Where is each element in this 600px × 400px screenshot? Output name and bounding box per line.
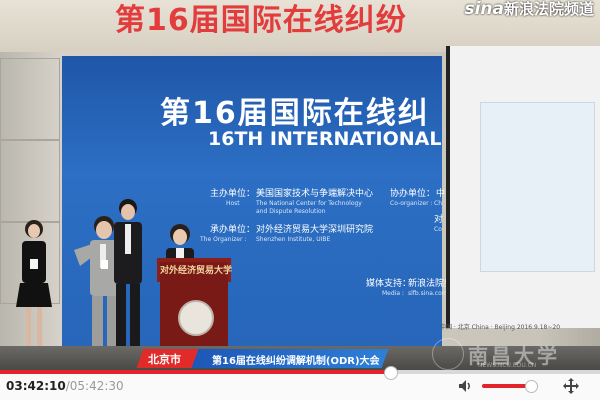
watermark-url: NEWS.NCU.EDU.CN [478,362,537,369]
fullscreen-icon[interactable] [562,377,580,395]
projected-slide [480,102,595,272]
organizer-en-label: The Organizer : [200,236,247,243]
progress-bar[interactable] [0,366,600,380]
progress-thumb[interactable] [384,366,398,380]
host-en-label: Host [226,200,240,207]
podium-logo-icon [178,300,214,336]
organizer-en: Shenzhen Institute, UIBE [256,236,331,243]
volume-slider[interactable] [482,380,538,393]
video-frame[interactable]: 第16届国际在线纠纷 sina新浪法院频道 第16届国际在线纠 16TH INT… [0,0,600,370]
location-date: 中国 · 北京 China · Beijing 2016.9.18~20 [440,324,561,331]
co-en: Ch [434,200,442,207]
host-label: 主办单位： [210,189,256,199]
lower-third: 北京市 第16届在线纠纷调解机制(ODR)大会 [136,349,400,368]
total-time: 05:42:30 [69,379,124,393]
person-man-dark-suit [114,199,142,348]
media-label: 媒体支持： [366,279,412,289]
banner-text: 第16届国际在线纠纷 [115,3,407,38]
volume-fill [482,384,530,388]
media-en: slfb.sina.com [408,290,448,297]
co-en-label: Co-organizer : [390,200,433,207]
university-seal-icon [432,338,464,370]
wall-panel [0,140,60,222]
progress-fill [0,370,390,374]
person-host-woman [16,220,52,351]
organizer-label: 承办单位： [210,225,256,235]
lower-third-location: 北京市 [148,353,181,366]
media-en-label: Media : [382,290,404,297]
volume-icon[interactable] [457,378,473,394]
current-time: 03:42:10 [6,379,66,393]
backdrop-subtitle: 16TH INTERNATIONAL FO [208,128,478,150]
host-en: The National Center for Technology and D… [256,200,362,215]
co-extra: 对 [434,215,444,225]
channel-name: 新浪法院频道 [503,0,594,18]
volume-thumb[interactable] [524,380,538,393]
wall-panel [0,58,60,140]
backdrop-title: 第16届国际在线纠 [160,96,430,131]
organizer-name: 对外经济贸易大学深圳研究院 [256,225,374,235]
co-name: 中 [436,189,446,199]
host-name: 美国国家技术与争端解决中心 [256,189,374,199]
sina-logo: sina [464,0,504,19]
lower-third-title: 第16届在线纠纷调解机制(ODR)大会 [212,356,380,367]
co-label: 协办单位： [390,189,436,199]
time-display: 03:42:10/05:42:30 [6,379,124,393]
channel-logo: sina新浪法院频道 [464,0,594,18]
co-extra-en: Co [434,226,442,233]
podium-text: 对外经济贸易大学 [160,266,233,276]
